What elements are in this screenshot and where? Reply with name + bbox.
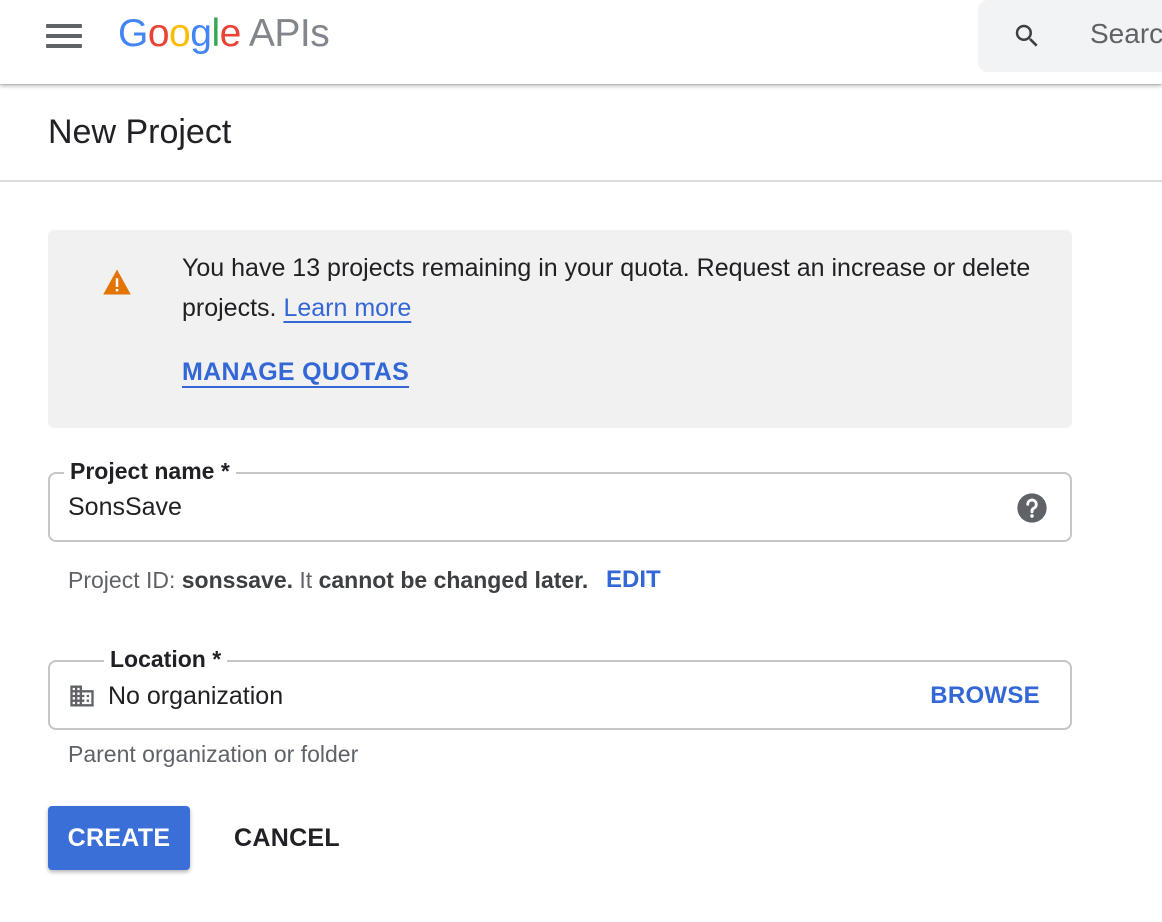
project-id-value: sonssave. bbox=[181, 567, 294, 593]
top-app-bar: Google APIs bbox=[0, 0, 1162, 84]
project-id-info: Project ID: sonssave. It cannot be chang… bbox=[68, 564, 588, 596]
search-icon[interactable] bbox=[1012, 21, 1042, 51]
manage-quotas-link[interactable]: MANAGE QUOTAS bbox=[182, 358, 409, 387]
logo-letter: o bbox=[169, 12, 191, 55]
edit-project-id-button[interactable]: EDIT bbox=[606, 564, 661, 596]
help-icon[interactable] bbox=[1016, 492, 1048, 524]
google-apis-logo[interactable]: Google APIs bbox=[118, 8, 330, 60]
logo-letter: l bbox=[211, 12, 220, 55]
logo-letter: o bbox=[147, 12, 170, 55]
location-value: No organization bbox=[108, 682, 284, 710]
page-title: New Project bbox=[48, 113, 232, 151]
project-id-prefix: Project ID: bbox=[68, 567, 176, 593]
logo-letter: G bbox=[118, 12, 148, 55]
quota-message: You have 13 projects remaining in your q… bbox=[182, 248, 1042, 328]
project-id-note: cannot be changed later. bbox=[318, 567, 589, 593]
title-divider bbox=[0, 180, 1162, 182]
building-icon bbox=[70, 685, 94, 707]
browse-button[interactable]: BROWSE bbox=[930, 680, 1040, 712]
hamburger-menu-icon[interactable] bbox=[38, 16, 90, 56]
cancel-button[interactable]: CANCEL bbox=[222, 806, 352, 870]
warning-icon bbox=[103, 269, 131, 295]
logo-letter: e bbox=[219, 12, 242, 55]
search-input[interactable] bbox=[1090, 14, 1162, 54]
project-id-middle: It bbox=[299, 567, 313, 593]
project-name-field[interactable]: Project name * bbox=[48, 456, 1072, 542]
project-name-input[interactable] bbox=[68, 488, 988, 526]
location-field[interactable]: Location * No organization BROWSE bbox=[48, 644, 1072, 730]
location-label: Location * bbox=[104, 644, 228, 674]
logo-letter: g bbox=[190, 12, 212, 55]
logo-suffix: APIs bbox=[248, 12, 330, 55]
project-name-label: Project name * bbox=[64, 456, 236, 486]
create-button[interactable]: CREATE bbox=[48, 806, 190, 870]
location-helper-text: Parent organization or folder bbox=[68, 741, 359, 767]
search-bar[interactable] bbox=[978, 0, 1162, 72]
quota-banner: You have 13 projects remaining in your q… bbox=[48, 230, 1072, 428]
learn-more-link[interactable]: Learn more bbox=[283, 294, 411, 322]
